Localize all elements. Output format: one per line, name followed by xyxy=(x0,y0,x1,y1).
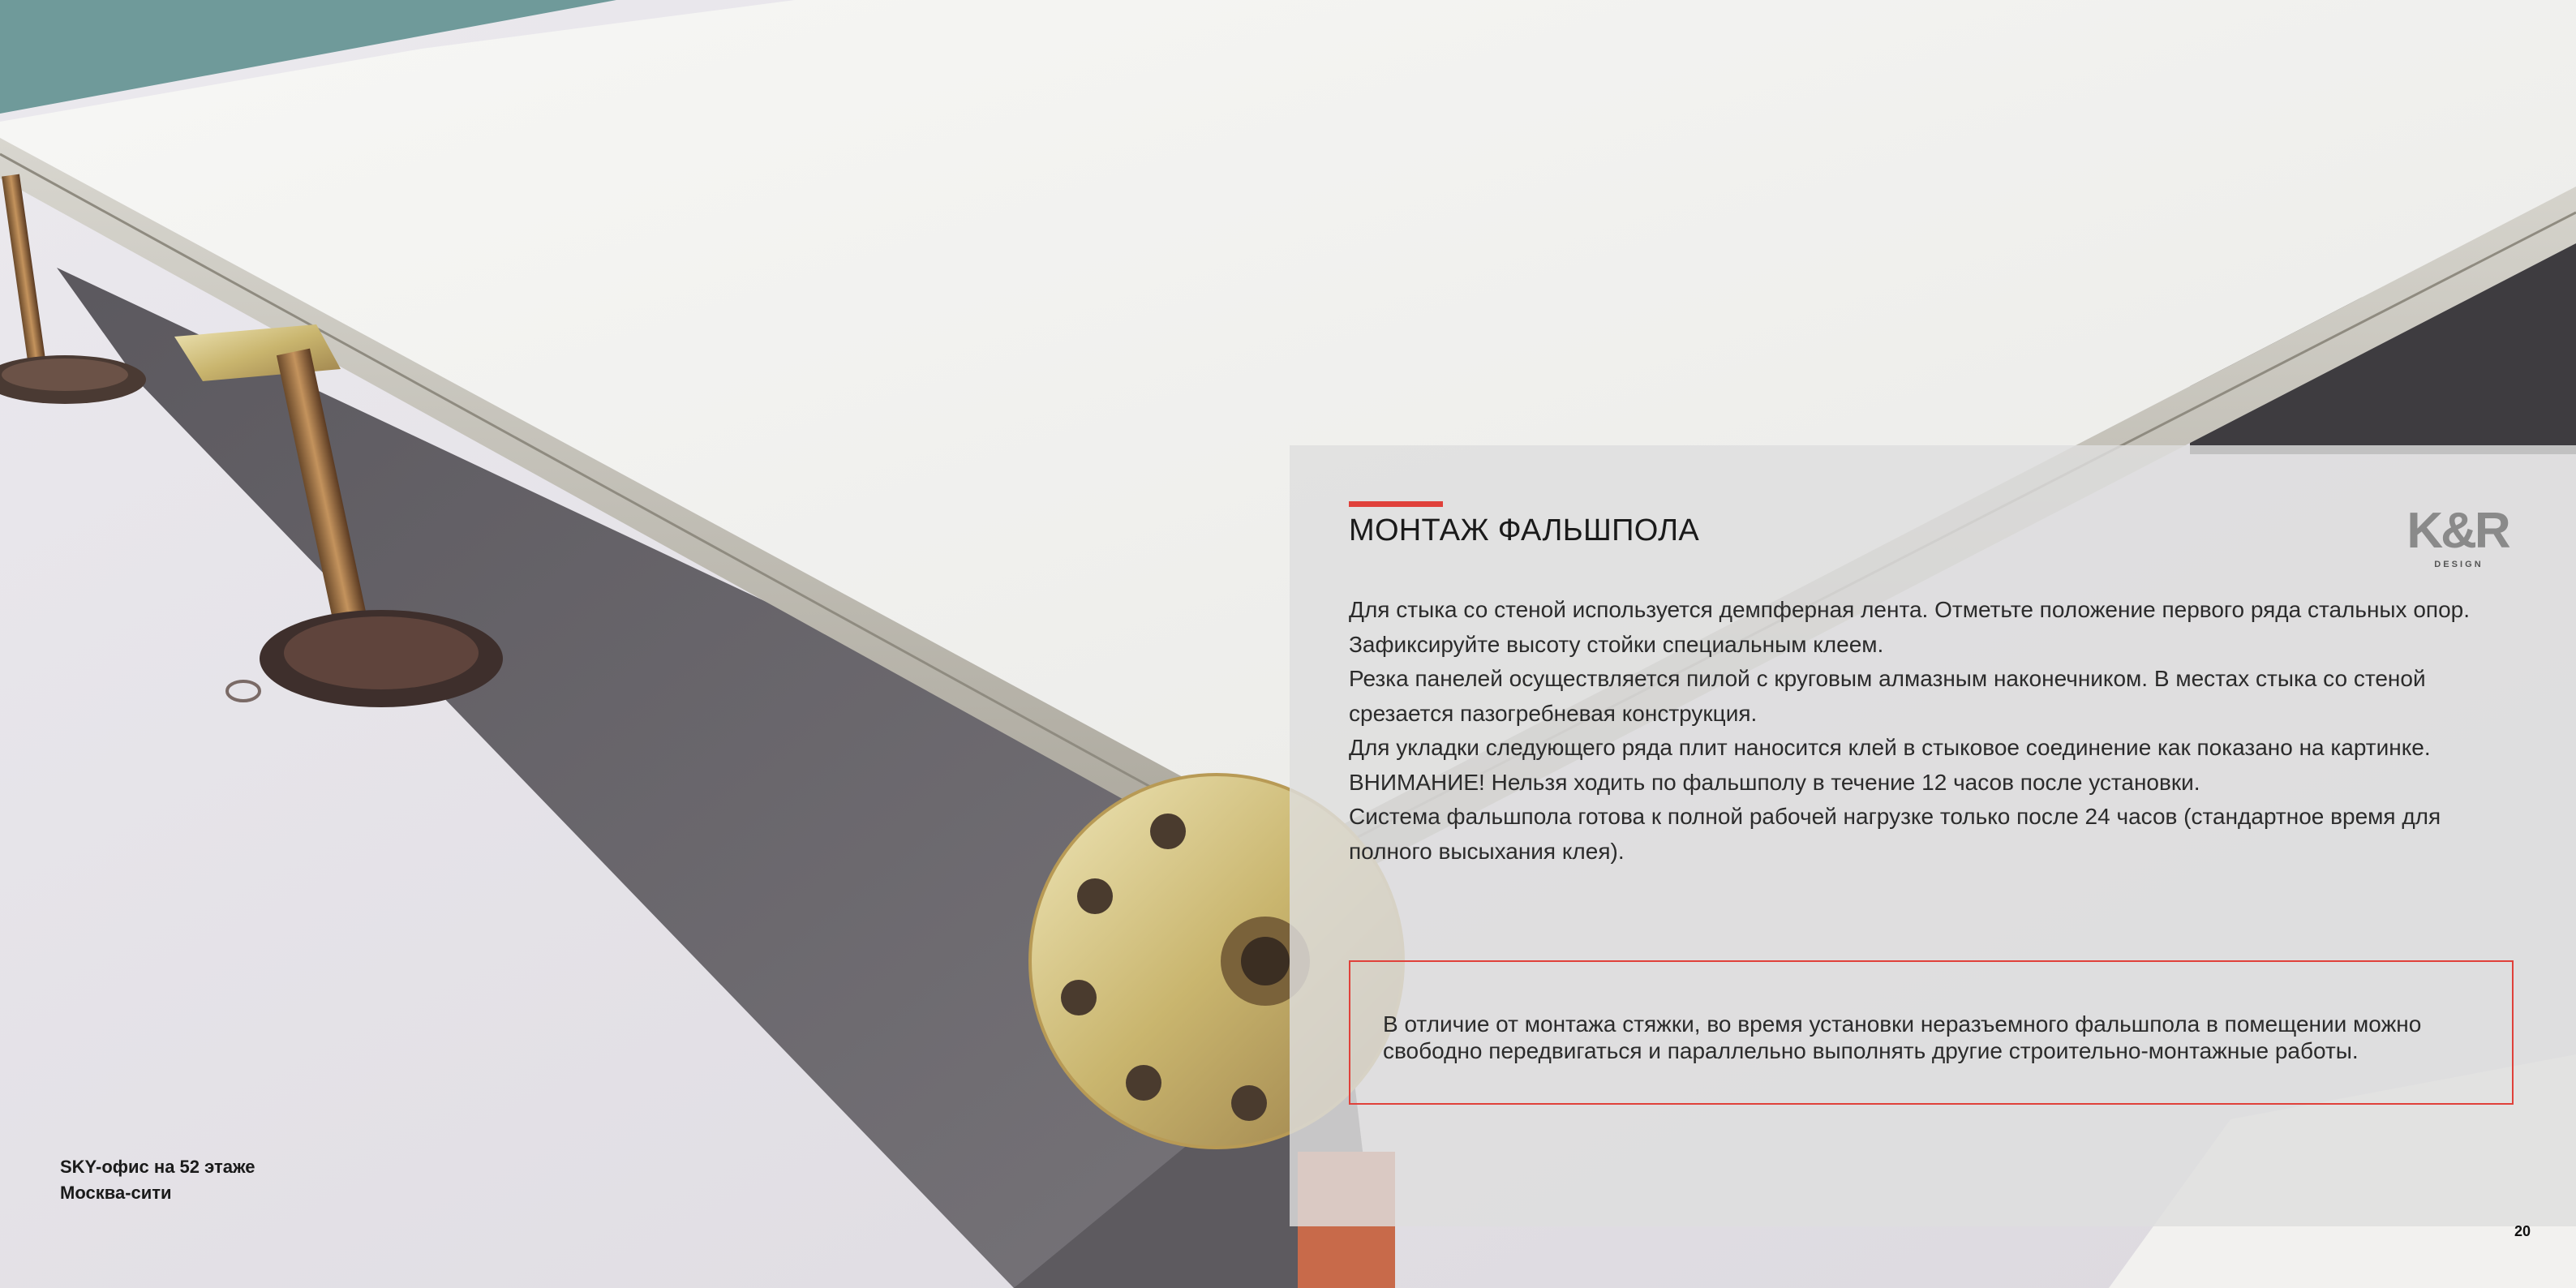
notice-text: В отличие от монтажа стяжки, во время ус… xyxy=(1383,1011,2422,1063)
instructions-text: Для стыка со стеной используется демпфер… xyxy=(1349,593,2525,869)
instruction-paragraph: Система фальшпола готова к полной рабоче… xyxy=(1349,804,2441,864)
svg-text:D E S I G N: D E S I G N xyxy=(2434,560,2481,569)
kr-design-logo: K&R D E S I G N xyxy=(2406,504,2513,569)
page-title: МОНТАЖ ФАЛЬШПОЛА xyxy=(1349,513,1700,547)
instruction-paragraph: Для укладки следующего ряда плит наносит… xyxy=(1349,735,2431,760)
info-panel: МОНТАЖ ФАЛЬШПОЛА K&R D E S I G N Для сты… xyxy=(1290,445,2576,1226)
caption-project: SKY-офис на 52 этаже xyxy=(60,1157,255,1177)
warning-paragraph: ВНИМАНИЕ! Нельзя ходить по фальшполу в т… xyxy=(1349,769,2200,795)
notice-box: В отличие от монтажа стяжки, во время ус… xyxy=(1349,960,2514,1105)
photo-caption: SKY-офис на 52 этаже Москва-сити xyxy=(60,1154,255,1206)
page-number: 20 xyxy=(2514,1223,2531,1239)
instruction-paragraph: Для стыка со стеной используется демпфер… xyxy=(1349,597,2470,622)
instruction-paragraph: Зафиксируйте высоту стойки специальным к… xyxy=(1349,631,1884,657)
caption-location: Москва-сити xyxy=(60,1183,172,1203)
svg-text:K&R: K&R xyxy=(2406,504,2510,559)
title-accent-line xyxy=(1349,501,1443,507)
instruction-paragraph: Резка панелей осуществляется пилой с кру… xyxy=(1349,666,2426,726)
